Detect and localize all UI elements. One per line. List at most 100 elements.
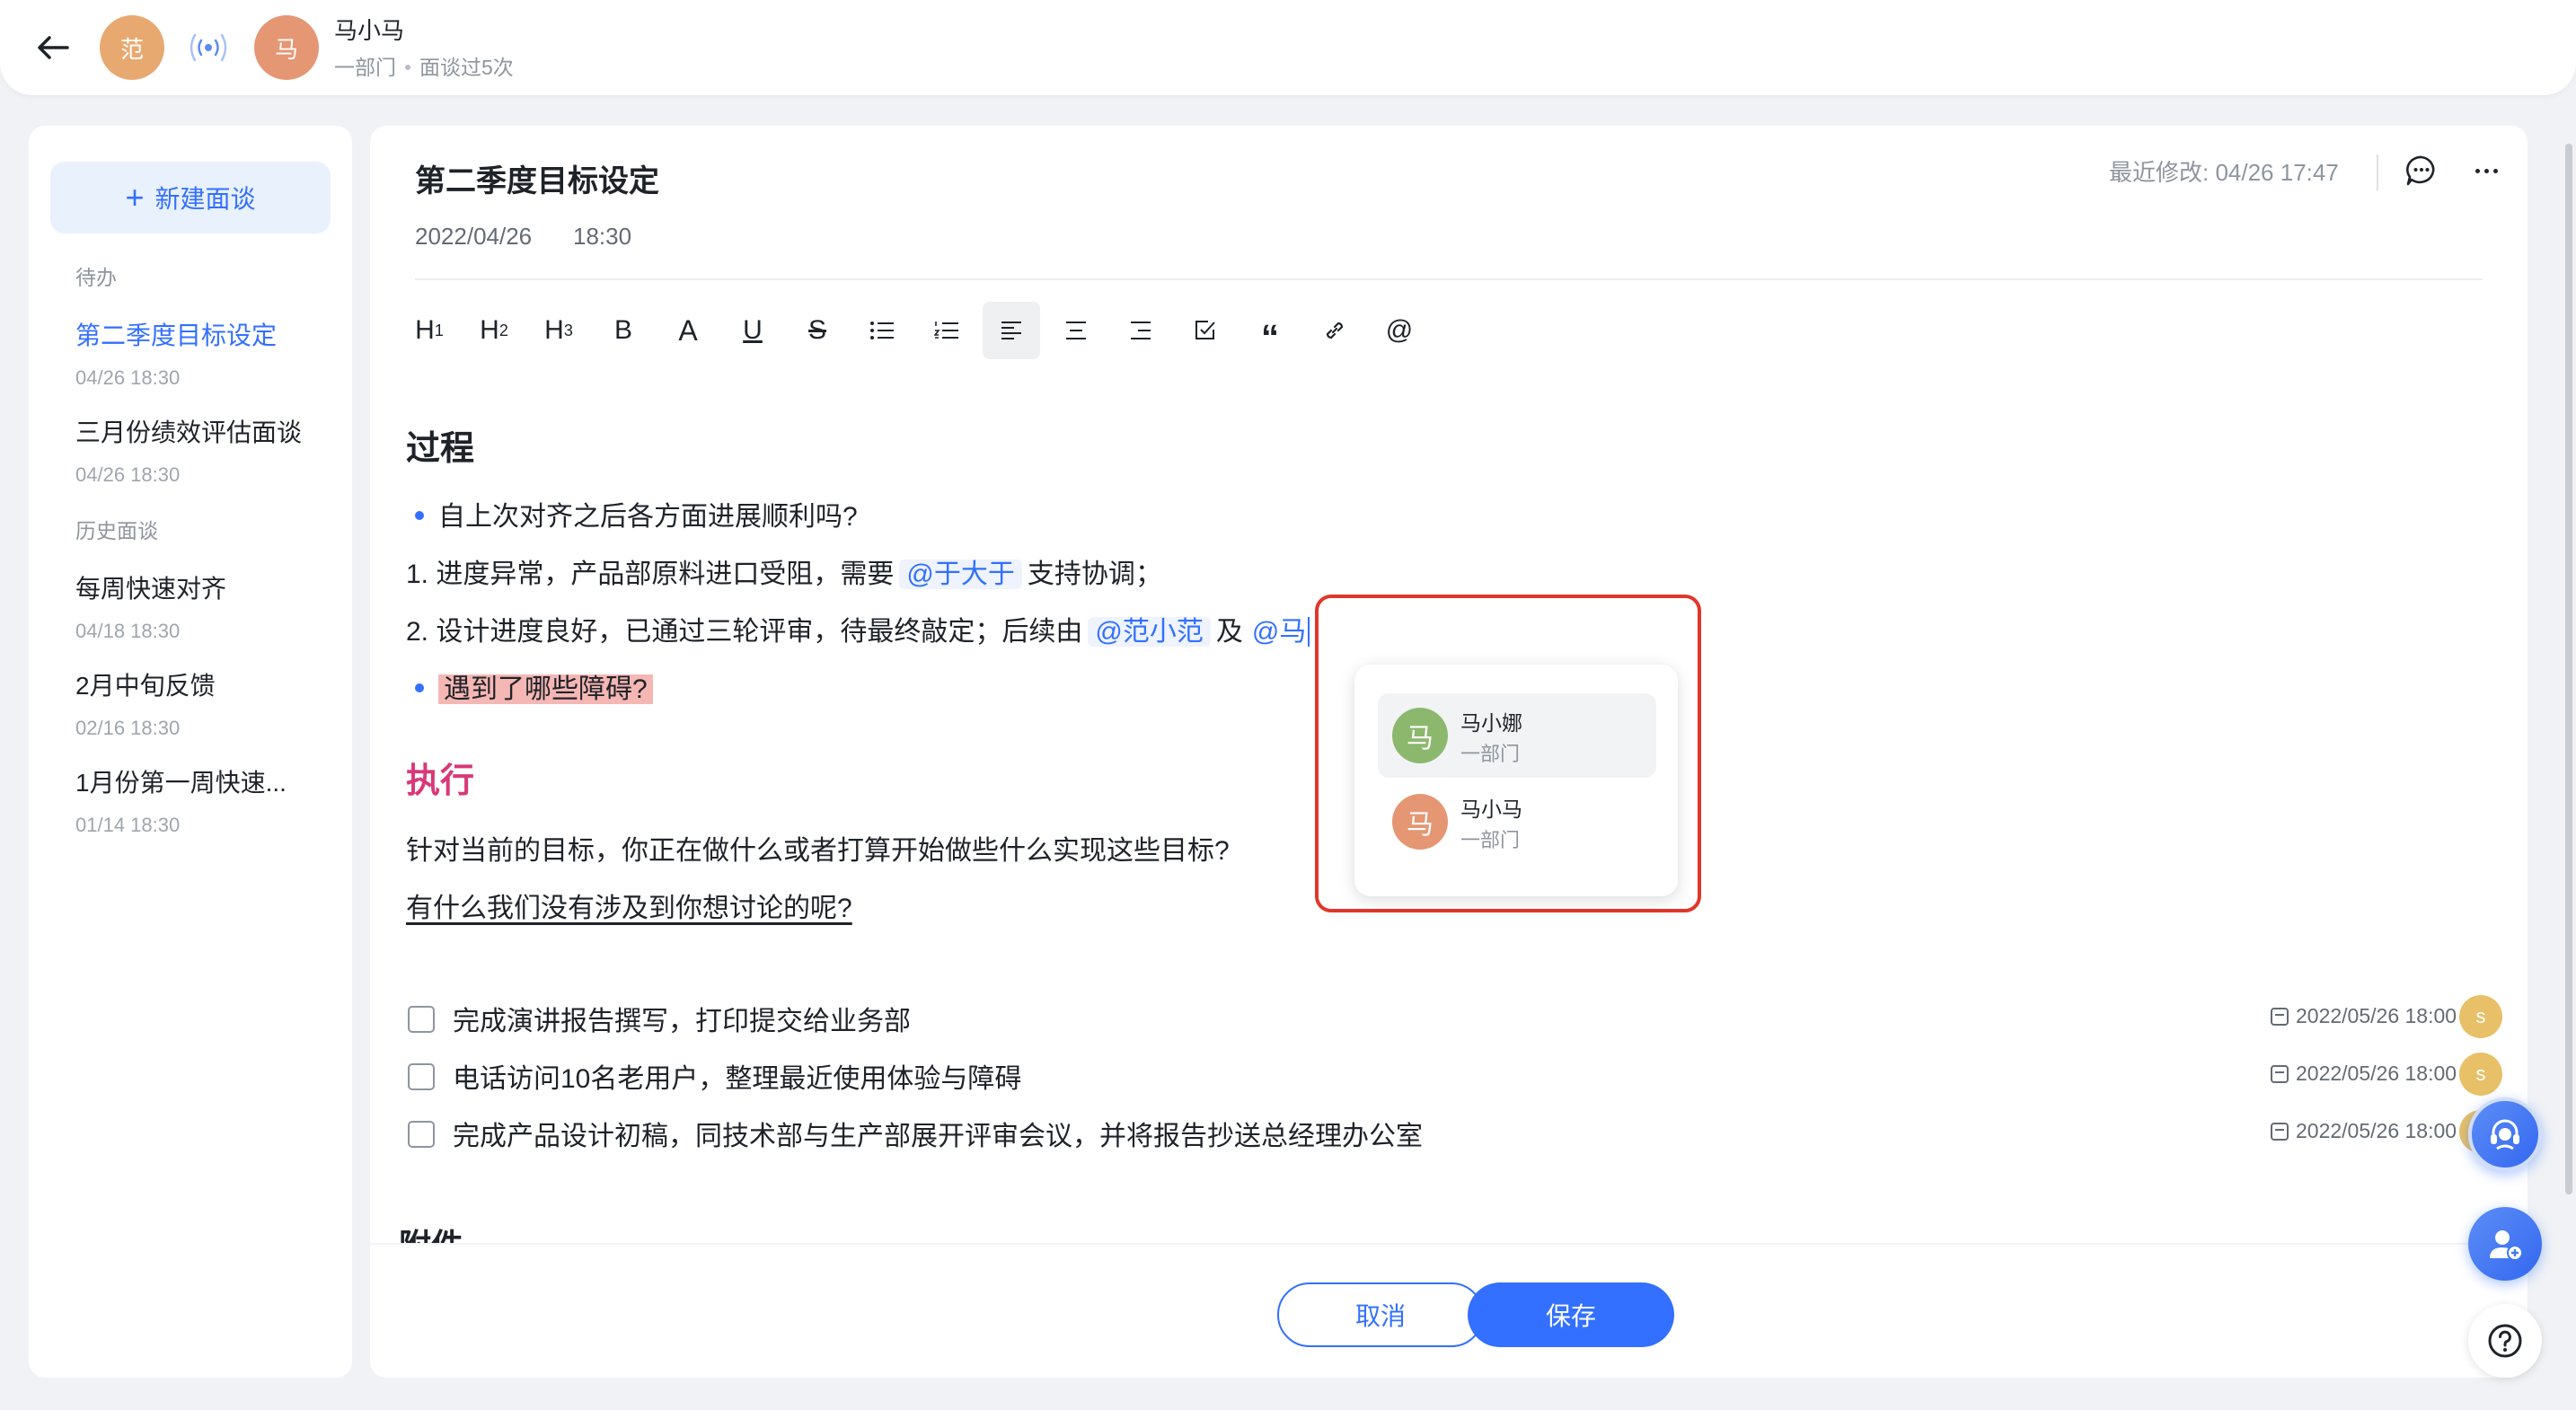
- font-color-button[interactable]: A: [659, 302, 717, 359]
- mention-dropdown: 马 马小娜 一部门 马 马小马 一部门: [1354, 665, 1678, 896]
- bullet-dot: [415, 683, 424, 693]
- sidebar-item-meeting[interactable]: 2月中旬反馈 02/16 18:30: [75, 666, 336, 740]
- task-item: 电话访问10名老用户，整理最近使用体验与障碍 2022/05/26 18:00 …: [408, 1053, 2502, 1103]
- meeting-title: 每周快速对齐: [75, 575, 227, 603]
- task-due-date: 2022/05/26 18:00: [2296, 1004, 2457, 1027]
- interviewee-name: 马小马: [334, 17, 405, 44]
- task-item: 完成产品设计初稿，同技术部与生产部展开评审会议，并将报告抄送总经理办公室 202…: [408, 1110, 2502, 1160]
- bullet-dot: [415, 511, 424, 521]
- scrollbar[interactable]: [2565, 144, 2572, 1194]
- meeting-date: 04/18 18:30: [75, 620, 181, 642]
- arrow-left-icon: [38, 36, 69, 59]
- task-due[interactable]: 2022/05/26 18:00: [2271, 1119, 2457, 1143]
- line-text: 2. 设计进度良好，已通过三轮评审，待最终敲定；后续由: [406, 617, 1083, 647]
- checkbox-icon: [1195, 321, 1215, 339]
- interviewee-dept: 一部门: [334, 56, 396, 79]
- page-title[interactable]: 第二季度目标设定: [415, 156, 659, 200]
- plus-icon: +: [125, 179, 145, 216]
- task-due-date: 2022/05/26 18:00: [2296, 1119, 2457, 1142]
- broadcast-icon: [190, 33, 227, 62]
- meeting-time[interactable]: 18:30: [573, 223, 631, 251]
- interviewee-meta: 一部门 面谈过5次: [334, 50, 514, 81]
- avatar: 马: [1392, 794, 1448, 850]
- meeting-date: 04/26 18:30: [75, 366, 181, 389]
- task-checkbox[interactable]: [408, 1006, 435, 1033]
- comment-icon[interactable]: [2404, 153, 2439, 189]
- sidebar-item-meeting[interactable]: 每周快速对齐 04/18 18:30: [75, 569, 336, 643]
- new-meeting-button[interactable]: + 新建面谈: [50, 162, 331, 234]
- back-button[interactable]: [32, 27, 74, 68]
- bullet-text: 自上次对齐之后各方面进展顺利吗?: [438, 502, 858, 532]
- mention-tag[interactable]: @于大于: [899, 560, 1022, 589]
- calendar-icon: [2271, 1065, 2289, 1083]
- last-modified: 最近修改: 04/26 17:47: [2109, 159, 2339, 186]
- strikethrough-button[interactable]: S: [789, 302, 846, 359]
- mention-option[interactable]: 马 马小马 一部门: [1378, 780, 1656, 864]
- help-button[interactable]: [2468, 1304, 2542, 1378]
- task-assignee-avatar[interactable]: s: [2459, 995, 2502, 1038]
- section-heading-execution[interactable]: 执行: [406, 753, 474, 802]
- mention-input[interactable]: @马: [1251, 617, 1310, 647]
- headset-icon: [2491, 1119, 2519, 1150]
- mention-option-dept: 一部门: [1460, 743, 1521, 765]
- paragraph-line[interactable]: 2. 设计进度良好，已通过三轮评审，待最终敲定；后续由 @范小范及 @马: [406, 609, 1310, 648]
- calendar-icon: [2271, 1123, 2289, 1141]
- align-right-button[interactable]: [1112, 302, 1169, 359]
- section-todo-label: 待办: [75, 266, 117, 289]
- more-icon[interactable]: [2468, 153, 2504, 189]
- mention-option-dept: 一部门: [1460, 829, 1521, 851]
- quote-button[interactable]: “: [1241, 302, 1299, 359]
- align-right-icon: [1131, 322, 1151, 339]
- heading1-button[interactable]: H1: [401, 302, 458, 359]
- assistant-button[interactable]: [2468, 1097, 2542, 1171]
- cancel-button[interactable]: 取消: [1277, 1282, 1484, 1347]
- heading2-button[interactable]: H2: [465, 302, 523, 359]
- ordered-list-button[interactable]: [918, 302, 975, 359]
- task-text[interactable]: 完成演讲报告撰写，打印提交给业务部: [453, 999, 911, 1038]
- sidebar-item-meeting[interactable]: 三月份绩效评估面谈 04/26 18:30: [75, 413, 336, 487]
- align-left-button[interactable]: [983, 302, 1040, 359]
- save-button[interactable]: 保存: [1468, 1282, 1674, 1347]
- task-checkbox[interactable]: [408, 1121, 435, 1148]
- meeting-date[interactable]: 2022/04/26: [415, 223, 532, 251]
- meeting-date: 01/14 18:30: [75, 814, 181, 836]
- sidebar-item-meeting[interactable]: 1月份第一周快速... 01/14 18:30: [75, 763, 336, 837]
- section-heading-process[interactable]: 过程: [406, 420, 474, 470]
- sidebar-item-meeting[interactable]: 第二季度目标设定 04/26 18:30: [75, 316, 336, 390]
- align-center-button[interactable]: [1047, 302, 1105, 359]
- avatar: 马: [1392, 708, 1448, 763]
- line-text: 支持协调；: [1027, 560, 1162, 589]
- new-meeting-label: 新建面谈: [154, 185, 256, 213]
- task-due[interactable]: 2022/05/26 18:00: [2271, 1004, 2457, 1028]
- meeting-title: 1月份第一周快速...: [75, 769, 287, 797]
- mention-option-name: 马小马: [1460, 798, 1522, 821]
- paragraph-line[interactable]: 1. 进度异常，产品部原料进口受阻，需要 @于大于 支持协调；: [406, 551, 1162, 591]
- underline-button[interactable]: U: [724, 302, 781, 359]
- line-text: 1. 进度异常，产品部原料进口受阻，需要: [406, 560, 895, 589]
- paragraph-line[interactable]: 针对当前的目标，你正在做什么或者打算开始做些什么实现这些目标?: [406, 828, 1230, 868]
- link-button[interactable]: [1306, 302, 1363, 359]
- bullet-line[interactable]: 遇到了哪些障碍?: [406, 666, 653, 706]
- checkbox-button[interactable]: [1177, 302, 1234, 359]
- bold-button[interactable]: B: [595, 302, 652, 359]
- divider: [2377, 154, 2378, 190]
- task-checkbox[interactable]: [408, 1063, 435, 1090]
- task-assignee-avatar[interactable]: s: [2459, 1053, 2502, 1096]
- task-text[interactable]: 完成产品设计初稿，同技术部与生产部展开评审会议，并将报告抄送总经理办公室: [453, 1114, 1423, 1153]
- ordered-list-icon: [934, 322, 958, 339]
- bullet-line[interactable]: 自上次对齐之后各方面进展顺利吗?: [406, 494, 858, 533]
- bullet-list-button[interactable]: [853, 302, 911, 359]
- task-text[interactable]: 电话访问10名老用户，整理最近使用体验与障碍: [453, 1056, 1021, 1096]
- divider: [415, 278, 2483, 280]
- mention-tag[interactable]: @范小范: [1088, 617, 1211, 647]
- add-contact-button[interactable]: [2468, 1207, 2542, 1281]
- meeting-date: 02/16 18:30: [75, 717, 181, 739]
- bullet-list-icon: [870, 322, 894, 339]
- meeting-sidebar: + 新建面谈 待办 第二季度目标设定 04/26 18:30 三月份绩效评估面谈…: [29, 126, 352, 1378]
- mention-option[interactable]: 马 马小娜 一部门: [1378, 693, 1656, 778]
- task-due[interactable]: 2022/05/26 18:00: [2271, 1062, 2457, 1086]
- mention-button[interactable]: @: [1371, 302, 1428, 359]
- highlighted-text: 遇到了哪些障碍?: [438, 674, 653, 704]
- paragraph-line[interactable]: 有什么我们没有涉及到你想讨论的呢?: [406, 886, 852, 925]
- heading3-button[interactable]: H3: [530, 302, 587, 359]
